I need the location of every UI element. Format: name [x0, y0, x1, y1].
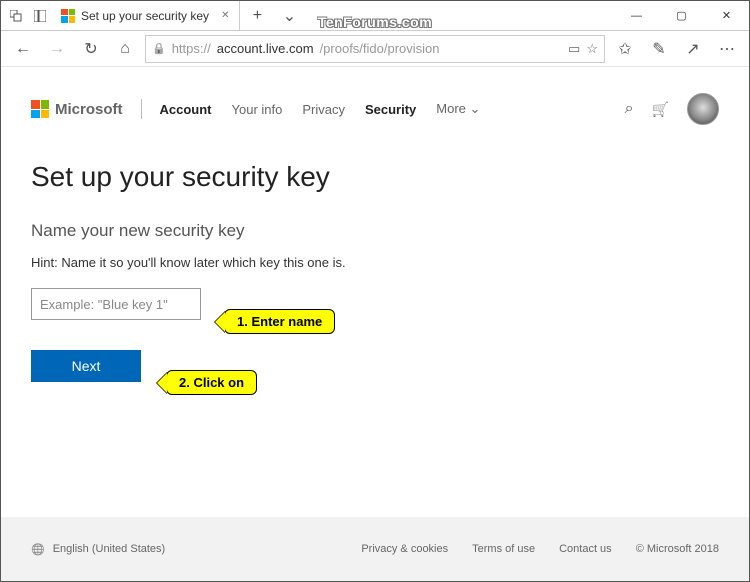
favorite-icon[interactable]: ☆ [586, 41, 598, 57]
tab-title: Set up your security key [81, 9, 209, 23]
hint-text: Hint: Name it so you'll know later which… [31, 255, 719, 270]
footer-privacy[interactable]: Privacy & cookies [361, 543, 448, 555]
maximize-button[interactable]: ▢ [659, 1, 704, 30]
nav-security[interactable]: Security [365, 102, 416, 117]
url-protocol: https:// [172, 41, 211, 56]
browser-tab[interactable]: Set up your security key ✕ [53, 1, 240, 30]
microsoft-logo[interactable]: Microsoft [31, 100, 123, 118]
url-host: account.live.com [217, 41, 314, 56]
site-header: Microsoft Account Your info Privacy Secu… [31, 87, 719, 131]
page-content: Microsoft Account Your info Privacy Secu… [1, 67, 749, 516]
share-icon[interactable]: ↗ [679, 35, 707, 63]
window-titlebar: Set up your security key ✕ + ⌄ — ▢ ✕ [1, 1, 749, 31]
microsoft-wordmark: Microsoft [55, 101, 123, 118]
key-name-row [31, 288, 719, 320]
footer-contact[interactable]: Contact us [559, 543, 612, 555]
cart-icon[interactable]: 🛒 [652, 101, 669, 118]
header-actions: ⌕ 🛒 [625, 93, 719, 125]
reading-view-icon[interactable]: ▭ [568, 41, 580, 57]
nav-your-info[interactable]: Your info [232, 102, 283, 117]
language-selector[interactable]: 🌐 English (United States) [31, 543, 165, 556]
page-title: Set up your security key [31, 161, 719, 193]
url-path: /proofs/fido/provision [320, 41, 440, 56]
tab-aside-icon[interactable] [29, 5, 51, 27]
nav-account[interactable]: Account [160, 102, 212, 117]
page-subtitle: Name your new security key [31, 221, 719, 241]
tab-chevron-icon[interactable]: ⌄ [274, 6, 304, 26]
tab-strip: Set up your security key ✕ + ⌄ [1, 1, 304, 30]
language-label: English (United States) [53, 543, 166, 555]
site-footer: 🌐 English (United States) Privacy & cook… [1, 517, 749, 581]
divider [141, 99, 142, 119]
more-icon[interactable]: ⋯ [713, 35, 741, 63]
tab-close-icon[interactable]: ✕ [221, 10, 229, 21]
search-icon[interactable]: ⌕ [625, 100, 634, 118]
back-button[interactable]: ← [9, 35, 37, 63]
minimize-button[interactable]: — [614, 1, 659, 30]
refresh-button[interactable]: ↻ [77, 35, 105, 63]
lock-icon: 🔒 [152, 42, 166, 55]
callout-enter-name: 1. Enter name [224, 309, 335, 334]
nav-privacy[interactable]: Privacy [302, 102, 345, 117]
forward-button: → [43, 35, 71, 63]
globe-icon: 🌐 [31, 543, 45, 556]
user-avatar[interactable] [687, 93, 719, 125]
home-button[interactable]: ⌂ [111, 35, 139, 63]
site-nav: Account Your info Privacy Security More … [160, 101, 481, 117]
next-button[interactable]: Next [31, 350, 141, 382]
close-button[interactable]: ✕ [704, 1, 749, 30]
tab-preview-icon[interactable] [5, 5, 27, 27]
footer-links: Privacy & cookies Terms of use Contact u… [361, 543, 719, 555]
address-bar: ← → ↻ ⌂ 🔒 https:// account.live.com/proof… [1, 31, 749, 67]
new-tab-button[interactable]: + [242, 7, 272, 25]
chevron-down-icon: ⌄ [470, 101, 481, 116]
notes-icon[interactable]: ✎ [645, 35, 673, 63]
callout-click-on: 2. Click on [166, 370, 257, 395]
ms-favicon [61, 9, 75, 23]
microsoft-logo-icon [31, 100, 49, 118]
footer-terms[interactable]: Terms of use [472, 543, 535, 555]
window-controls: — ▢ ✕ [614, 1, 749, 30]
url-input[interactable]: 🔒 https:// account.live.com/proofs/fido/p… [145, 35, 605, 63]
footer-copyright: © Microsoft 2018 [636, 543, 719, 555]
key-name-input[interactable] [31, 288, 201, 320]
nav-more[interactable]: More ⌄ [436, 101, 480, 117]
favorites-list-icon[interactable]: ✩ [611, 35, 639, 63]
